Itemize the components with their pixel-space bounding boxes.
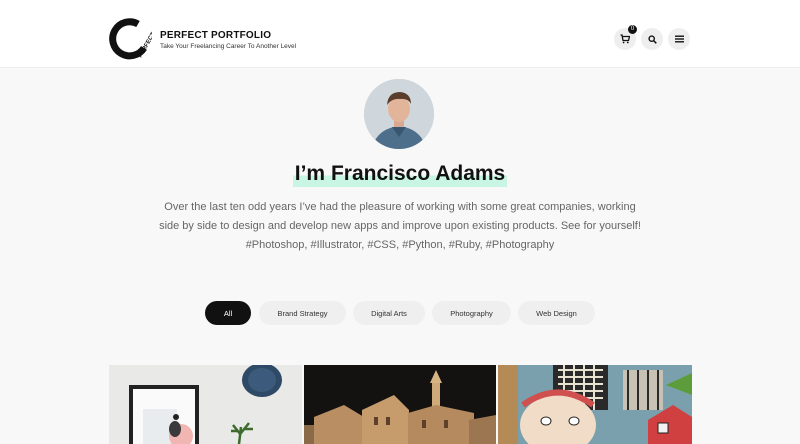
bio-skills: #Photoshop, #Illustrator, #CSS, #Python,… [245,239,555,251]
hamburger-menu-icon [674,35,684,43]
site-tagline: Take Your Freelancing Career To Another … [160,43,297,50]
portfolio-item[interactable] [304,365,496,444]
site-title[interactable]: PERFECT PORTFOLIO [160,30,296,42]
portfolio-thumbnail [304,365,496,444]
profile-bio: Over the last ten odd years I’ve had the… [140,198,660,255]
portfolio-item[interactable] [498,365,692,444]
filter-digital-arts[interactable]: Digital Arts [353,301,425,325]
search-button[interactable] [641,28,663,50]
portfolio-thumbnail [498,365,692,444]
bio-line: side by side to design and develop new a… [159,220,641,232]
filter-all[interactable]: All [205,301,251,325]
filter-brand-strategy[interactable]: Brand Strategy [259,301,346,325]
cart-count-badge: 0 [628,25,637,34]
avatar-photo [364,79,434,149]
bio-line: Over the last ten odd years I’ve had the… [164,201,636,213]
portfolio-thumbnail [109,365,302,444]
search-icon [647,34,657,44]
svg-text:PERFECT: PERFECT [138,31,152,59]
cart-button[interactable]: 0 [614,25,637,50]
cart-icon [620,34,630,44]
profile-heading-wrap: I’m Francisco Adams [0,161,800,187]
brand-block: PERFECT PORTFOLIO Take Your Freelancing … [160,30,296,52]
filter-photography[interactable]: Photography [432,301,511,325]
site-header: PERFECT PERFECT PORTFOLIO Take Your Free… [0,0,800,68]
profile-heading: I’m Francisco Adams [292,161,508,187]
perfect-logo[interactable]: PERFECT [108,18,152,62]
menu-button[interactable] [668,28,690,50]
profile-avatar [364,79,434,149]
filter-web-design[interactable]: Web Design [518,301,595,325]
portfolio-gallery [109,365,692,444]
portfolio-filters: All Brand Strategy Digital Arts Photogra… [0,301,800,325]
portfolio-item[interactable] [109,365,302,444]
